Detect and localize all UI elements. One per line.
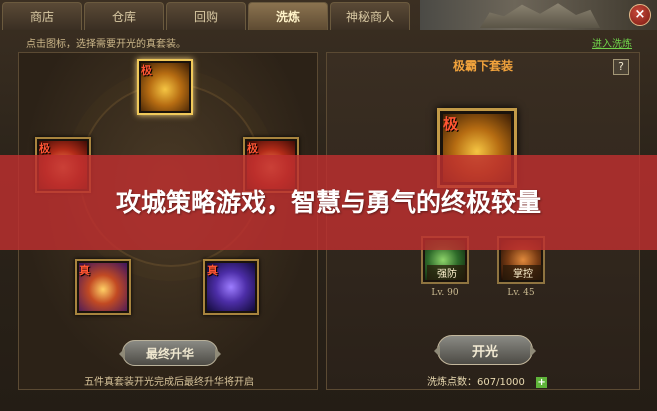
- enter-refine-link[interactable]: 进入洗炼: [592, 35, 632, 50]
- final-sublimation-button[interactable]: 最终升华: [119, 340, 221, 366]
- hint-bar: 点击图标，选择需要开光的真套装。 进入洗炼: [18, 33, 640, 51]
- attribute-level: Lv. 45: [507, 288, 535, 298]
- attribute-label: 掌控: [503, 265, 543, 280]
- grade-tag: 极: [443, 115, 459, 133]
- suit-slot[interactable]: 真: [75, 259, 131, 315]
- grade-tag: 极: [141, 64, 152, 77]
- add-points-button[interactable]: +: [536, 377, 548, 388]
- reforge-button[interactable]: 开光: [434, 335, 536, 365]
- attribute-level: Lv. 90: [431, 288, 459, 298]
- attribute-label: 强防: [427, 265, 467, 280]
- hint-text: 点击图标，选择需要开光的真套装。: [26, 38, 186, 50]
- tab-refine[interactable]: 洗炼: [248, 2, 328, 30]
- grade-tag: 真: [207, 264, 218, 277]
- refine-points: 洗炼点数：607/1000 +: [427, 373, 548, 388]
- tab-mystery-merchant[interactable]: 神秘商人: [330, 2, 410, 30]
- tab-buyback[interactable]: 回购: [166, 2, 246, 30]
- game-window: 商店 仓库 回购 洗炼 神秘商人 × 点击图标，选择需要开光的真套装。 进入洗炼…: [0, 0, 657, 411]
- tab-warehouse[interactable]: 仓库: [84, 2, 164, 30]
- suit-title: 极霸下套装: [452, 59, 513, 73]
- grade-tag: 极: [39, 142, 50, 155]
- grade-tag: 极: [247, 142, 258, 155]
- suit-slot[interactable]: 真: [203, 259, 259, 315]
- help-button[interactable]: ?: [613, 59, 629, 75]
- grade-tag: 真: [79, 264, 90, 277]
- refine-points-text: 洗炼点数：607/1000: [427, 377, 525, 388]
- banner-title: 攻城策略游戏，智慧与勇气的终极较量: [115, 187, 541, 217]
- tab-shop[interactable]: 商店: [2, 2, 82, 30]
- castle-artwork: ×: [420, 0, 657, 30]
- tab-bar: 商店 仓库 回购 洗炼 神秘商人: [0, 0, 420, 30]
- close-button[interactable]: ×: [629, 4, 651, 26]
- upgrade-note: 五件真套装开光完成后最终升华将开启: [84, 377, 254, 388]
- castle-icon: [480, 3, 600, 28]
- title-banner: 攻城策略游戏，智慧与勇气的终极较量: [0, 155, 657, 250]
- suit-slot[interactable]: 极: [137, 59, 193, 115]
